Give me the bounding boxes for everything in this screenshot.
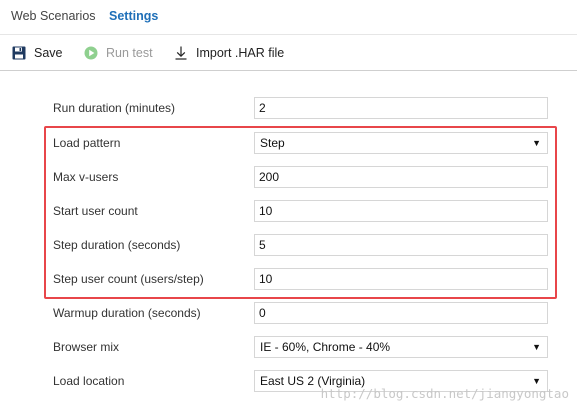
run-test-label: Run test [106,46,153,60]
run-duration-label: Run duration (minutes) [53,101,176,115]
step-user-count-label: Step user count (users/step) [53,272,204,286]
warmup-duration-input[interactable] [254,302,548,324]
load-test-settings-page: Web Scenarios Settings Save Run test Imp… [0,0,577,413]
run-duration-input[interactable] [254,97,548,119]
max-vusers-label: Max v-users [53,170,119,184]
tab-web-scenarios[interactable]: Web Scenarios [11,9,96,23]
watermark: http://blog.csdn.net/jiangyongtao [320,386,569,401]
step-duration-label: Step duration (seconds) [53,238,181,252]
warmup-duration-label: Warmup duration (seconds) [53,306,201,320]
download-arrow-icon [175,46,187,60]
browser-mix-value: IE - 60%, Chrome - 40% [260,340,391,354]
load-location-label: Load location [53,374,125,388]
max-vusers-row: Max v-users [53,166,549,188]
load-pattern-value: Step [260,136,285,150]
floppy-disk-icon [12,46,26,60]
run-test-button[interactable]: Run test [84,44,153,62]
start-user-count-input[interactable] [254,200,548,222]
warmup-duration-row: Warmup duration (seconds) [53,302,549,324]
browser-mix-select[interactable]: IE - 60%, Chrome - 40% ▼ [254,336,548,358]
run-duration-row: Run duration (minutes) [53,97,549,119]
save-button[interactable]: Save [12,44,63,62]
step-duration-row: Step duration (seconds) [53,234,549,256]
load-pattern-row: Load pattern Step ▼ [53,132,549,154]
max-vusers-input[interactable] [254,166,548,188]
toolbar: Save Run test Import .HAR file [0,34,577,71]
tab-bar: Web Scenarios Settings [0,0,577,35]
load-pattern-select[interactable]: Step ▼ [254,132,548,154]
triangle-down-icon: ▼ [532,138,541,148]
step-user-count-row: Step user count (users/step) [53,268,549,290]
import-har-button[interactable]: Import .HAR file [174,44,284,62]
import-har-label: Import .HAR file [196,46,285,60]
play-circle-icon [84,46,98,60]
start-user-count-row: Start user count [53,200,549,222]
load-pattern-label: Load pattern [53,136,121,150]
save-label: Save [34,46,63,60]
step-user-count-input[interactable] [254,268,548,290]
triangle-down-icon: ▼ [532,342,541,352]
step-duration-input[interactable] [254,234,548,256]
browser-mix-row: Browser mix IE - 60%, Chrome - 40% ▼ [53,336,549,358]
browser-mix-label: Browser mix [53,340,120,354]
tab-settings[interactable]: Settings [109,9,158,23]
start-user-count-label: Start user count [53,204,138,218]
